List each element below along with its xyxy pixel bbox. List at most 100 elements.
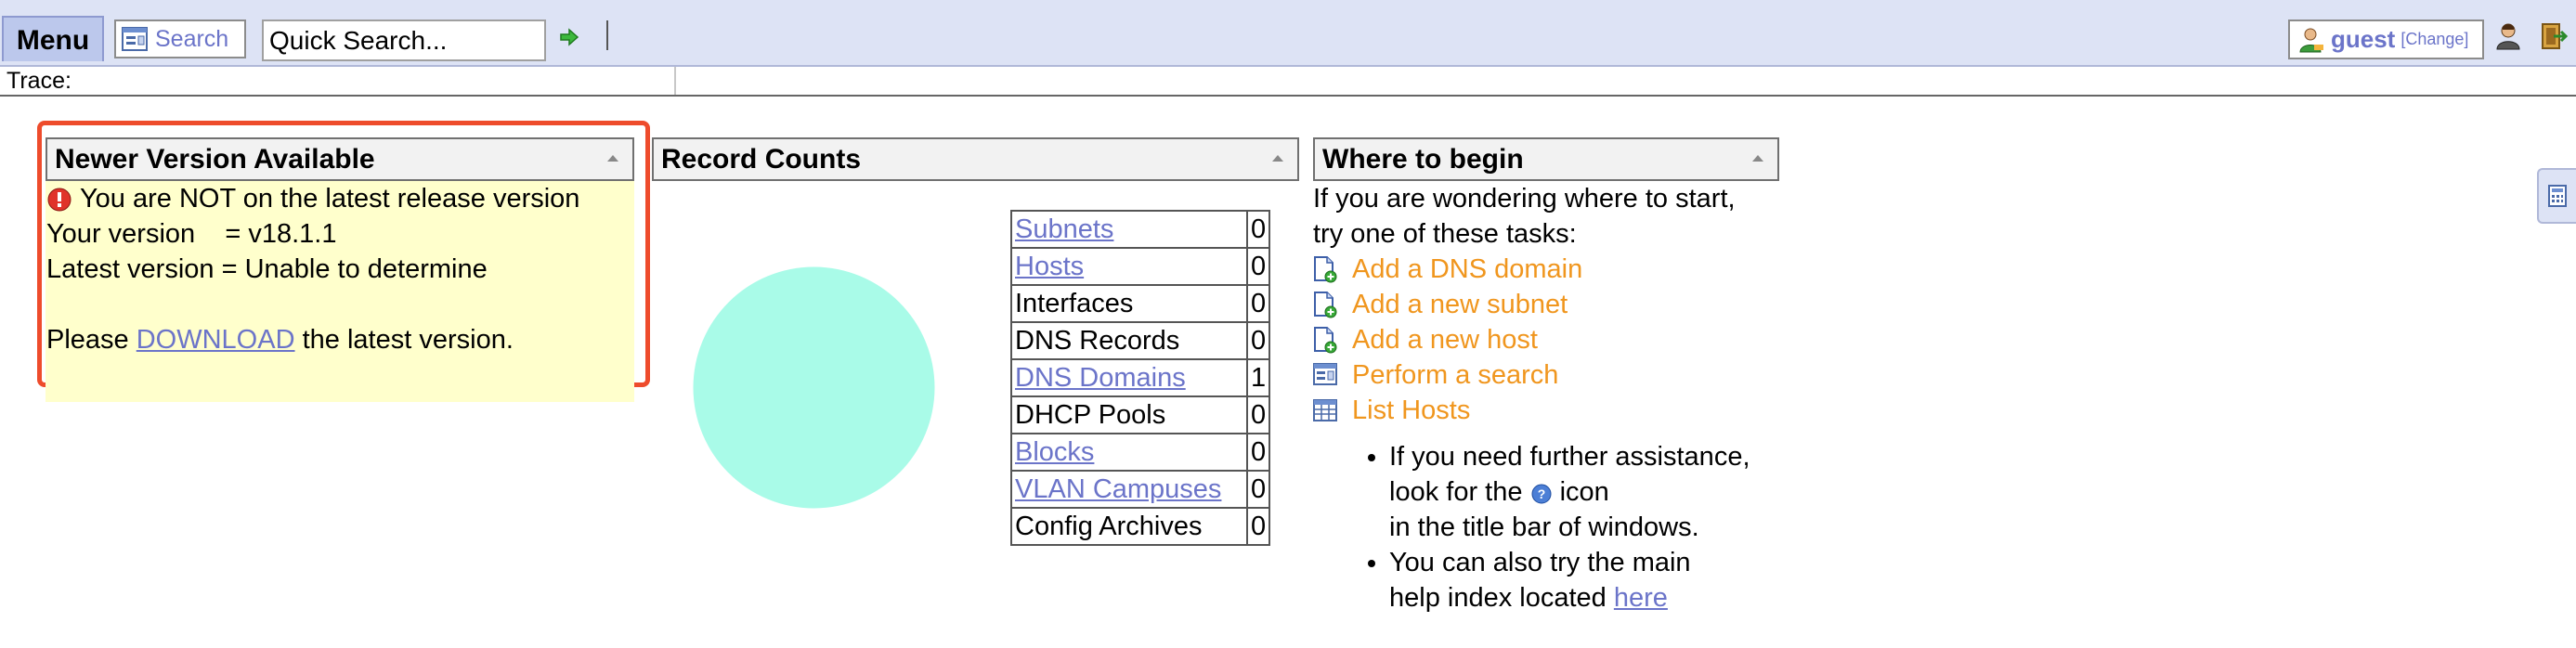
intro-line-1: If you are wondering where to start, (1313, 184, 1736, 214)
table-row: DHCP Pools 0 (1010, 395, 1271, 434)
task-item[interactable]: List Hosts (1313, 393, 1779, 428)
add-document-icon (1313, 326, 1337, 354)
record-count-cell: 0 (1245, 210, 1271, 249)
search-form-icon (122, 27, 148, 51)
record-type-cell: Config Archives (1010, 507, 1248, 546)
task-link[interactable]: Add a new subnet (1352, 287, 1568, 322)
record-type-cell: Hosts (1010, 247, 1248, 286)
portlet-title: Newer Version Available (55, 144, 375, 175)
download-line: Please DOWNLOAD the latest version. (46, 322, 634, 357)
task-item[interactable]: Add a new host (1313, 322, 1779, 357)
pie-slice-dns-domains (693, 266, 935, 509)
portlet-header: Record Counts (652, 137, 1299, 181)
tip-text: help index located (1389, 583, 1607, 613)
record-count-cell: 0 (1245, 321, 1271, 360)
download-link[interactable]: DOWNLOAD (137, 325, 295, 355)
record-type-cell: Subnets (1010, 210, 1248, 249)
top-bar: Menu Search guest [Change] (0, 0, 2576, 67)
task-link[interactable]: Perform a search (1352, 357, 1558, 393)
table-row: Config Archives 0 (1010, 507, 1271, 546)
task-link[interactable]: Add a DNS domain (1352, 252, 1582, 287)
download-suffix: the latest version. (302, 325, 514, 355)
search-form-icon (1313, 363, 1337, 387)
portlet-body: If you are wondering where to start, try… (1313, 181, 1779, 616)
record-type-link[interactable]: Subnets (1015, 214, 1113, 244)
toolbar-separator (606, 20, 608, 50)
table-row: Interfaces 0 (1010, 284, 1271, 323)
record-count-cell: 0 (1245, 507, 1271, 546)
task-item[interactable]: Add a new subnet (1313, 287, 1779, 322)
newer-version-portlet: Newer Version Available You are NOT on t… (46, 137, 634, 402)
portlet-header: Newer Version Available (46, 137, 634, 181)
record-type-link[interactable]: DNS Domains (1015, 363, 1186, 393)
tip-text: look for the (1389, 477, 1523, 507)
intro-line-2: try one of these tasks: (1313, 219, 1577, 249)
tip-text: If you need further assistance, (1389, 442, 1750, 472)
record-count-cell: 0 (1245, 284, 1271, 323)
record-count-cell: 0 (1245, 470, 1271, 509)
add-document-icon (1313, 255, 1337, 283)
table-row: Subnets 0 (1010, 210, 1271, 249)
help-tip-index: You can also try the main help index loc… (1389, 545, 1779, 616)
collapse-icon[interactable] (1751, 153, 1764, 162)
quick-search-input[interactable] (262, 19, 546, 61)
record-count-cell: 0 (1245, 395, 1271, 434)
table-row: Blocks 0 (1010, 433, 1271, 472)
record-count-cell: 1 (1245, 358, 1271, 397)
record-type-cell: Interfaces (1010, 284, 1248, 323)
record-type-cell: DNS Domains (1010, 358, 1248, 397)
record-counts-portlet: Record Counts (652, 137, 1299, 181)
tip-text: icon (1559, 477, 1609, 507)
record-counts-pie-chart (693, 266, 935, 509)
task-link[interactable]: Add a new host (1352, 322, 1538, 357)
record-type-link[interactable]: VLAN Campuses (1015, 474, 1221, 504)
task-list: Add a DNS domain Add a new subnet Add a ne… (1313, 252, 1779, 428)
logout-icon[interactable] (2539, 22, 2569, 50)
user-name: guest (2331, 25, 2396, 53)
menu-button[interactable]: Menu (2, 16, 104, 61)
user-icon (2299, 28, 2323, 52)
change-user-link[interactable]: [Change] (2400, 30, 2468, 49)
trace-label: Trace: (7, 68, 72, 94)
calculator-icon (2548, 185, 2567, 207)
green-arrow-icon[interactable] (559, 27, 579, 47)
portlet-title: Where to begin (1322, 144, 1524, 175)
where-to-begin-portlet: Where to begin If you are wondering wher… (1313, 137, 1779, 616)
trace-divider (674, 67, 676, 95)
latest-version: Latest version = Unable to determine (46, 254, 488, 284)
record-type-cell: DHCP Pools (1010, 395, 1248, 434)
warning-text: You are NOT on the latest release versio… (80, 184, 580, 214)
your-version: Your version = v18.1.1 (46, 219, 337, 249)
user-account-button[interactable]: guest [Change] (2288, 19, 2484, 59)
task-item[interactable]: Add a DNS domain (1313, 252, 1779, 287)
warning-line: You are NOT on the latest release versio… (46, 181, 634, 216)
record-count-cell: 0 (1245, 433, 1271, 472)
please-text: Please (46, 325, 129, 355)
record-type-label: DNS Records (1015, 325, 1180, 356)
record-type-link[interactable]: Blocks (1015, 437, 1094, 467)
user-profile-icon[interactable] (2494, 22, 2522, 50)
table-row: VLAN Campuses 0 (1010, 470, 1271, 509)
portlet-title: Record Counts (661, 144, 862, 175)
portlet-header: Where to begin (1313, 137, 1779, 181)
side-panel-tab[interactable] (2537, 168, 2576, 224)
task-link[interactable]: List Hosts (1352, 393, 1470, 428)
table-row: DNS Domains 1 (1010, 358, 1271, 397)
record-count-cell: 0 (1245, 247, 1271, 286)
search-button[interactable]: Search (114, 19, 246, 58)
record-type-label: Interfaces (1015, 288, 1134, 318)
task-item[interactable]: Perform a search (1313, 357, 1779, 393)
record-type-label: DHCP Pools (1015, 399, 1166, 430)
record-counts-table: Subnets 0 Hosts 0 Interfaces 0 DNS Records 0 DNS… (1010, 210, 1271, 546)
record-type-link[interactable]: Hosts (1015, 252, 1084, 281)
record-type-cell: VLAN Campuses (1010, 470, 1248, 509)
tip-text: in the title bar of windows. (1389, 512, 1699, 542)
portlet-body: You are NOT on the latest release versio… (46, 181, 634, 402)
collapse-icon[interactable] (1271, 153, 1284, 162)
collapse-icon[interactable] (606, 153, 619, 162)
record-type-label: Config Archives (1015, 511, 1203, 541)
table-icon (1313, 399, 1337, 421)
help-index-link[interactable]: here (1614, 583, 1668, 613)
help-tip-icon: If you need further assistance, look for… (1389, 439, 1779, 545)
